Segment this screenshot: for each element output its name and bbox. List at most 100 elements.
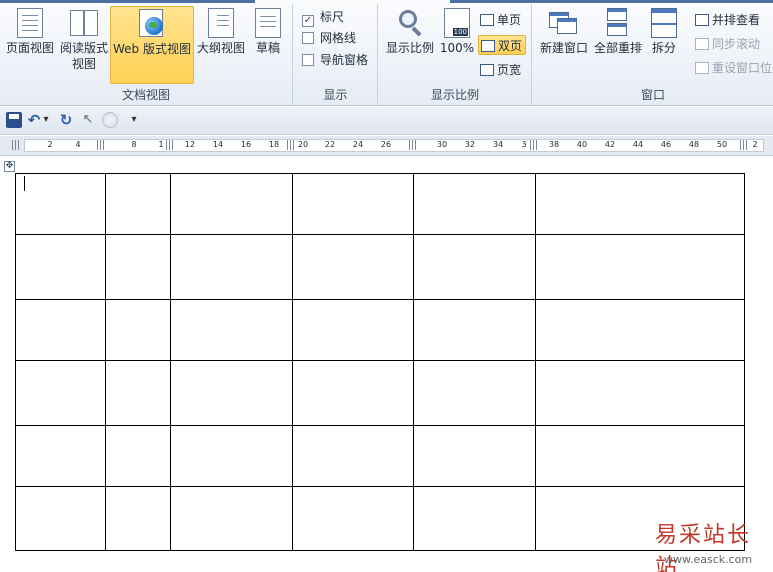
zoom-100-button[interactable]: 100 100%	[439, 8, 475, 84]
ruler-tick: 46	[660, 140, 672, 149]
table-cell[interactable]	[292, 425, 414, 487]
table-move-handle-icon[interactable]: ✥	[4, 161, 15, 172]
table-row	[15, 360, 745, 426]
new-window-button[interactable]: 新建窗口	[537, 8, 591, 84]
view-side-by-side-button[interactable]: 并排查看	[693, 10, 763, 30]
two-pages-button[interactable]: 双页	[478, 35, 527, 55]
ruler-tick: 2	[47, 140, 53, 149]
table-cell[interactable]	[105, 173, 171, 235]
ruler-marker	[287, 140, 296, 150]
one-page-button[interactable]: 单页	[478, 10, 524, 30]
one-page-icon	[480, 14, 494, 26]
table-cell[interactable]	[170, 360, 293, 426]
magnifier-icon	[395, 8, 425, 38]
select-cursor-icon[interactable]: ↖	[80, 112, 96, 128]
new-window-icon	[549, 8, 579, 38]
ruler-tick: 40	[576, 140, 588, 149]
table-row	[15, 299, 745, 361]
ruler-tick: 4	[75, 140, 81, 149]
table-cell[interactable]	[413, 173, 536, 235]
page-width-button[interactable]: 页宽	[478, 60, 524, 80]
document-area[interactable]: ✥	[0, 157, 773, 572]
table-cell[interactable]	[15, 360, 106, 426]
table-cell[interactable]	[535, 425, 745, 487]
print-layout-button[interactable]: 页面视图	[4, 8, 56, 84]
ruler-marker	[166, 140, 175, 150]
table-cell[interactable]	[15, 486, 106, 551]
outline-view-button[interactable]: 大纲视图	[196, 8, 246, 84]
customize-toolbar-icon[interactable]: ▾	[126, 112, 142, 128]
document-table[interactable]	[15, 173, 745, 551]
table-cell[interactable]	[105, 234, 171, 300]
draft-view-icon	[255, 8, 281, 38]
reset-position-icon	[695, 62, 709, 74]
table-cell[interactable]	[292, 234, 414, 300]
ruler-tick: 12	[184, 140, 196, 149]
watermark-url: www.easck.com	[664, 553, 753, 566]
zoom-button[interactable]: 显示比例	[383, 8, 437, 84]
table-cell[interactable]	[105, 486, 171, 551]
table-cell[interactable]	[413, 486, 536, 551]
reset-window-position-button[interactable]: 重设窗口位	[693, 58, 773, 78]
navigation-pane-checkbox[interactable]: 导航窗格	[302, 51, 368, 69]
ruler-marker	[530, 140, 539, 150]
table-cell[interactable]	[105, 425, 171, 487]
print-layout-icon	[17, 8, 43, 38]
ruler-tick: 14	[212, 140, 224, 149]
table-cell[interactable]	[535, 173, 745, 235]
zoom-100-icon: 100	[444, 8, 470, 38]
table-cell[interactable]	[105, 360, 171, 426]
ruler-checkbox[interactable]: ✓ 标尺	[302, 8, 344, 27]
ruler-tick: 42	[604, 140, 616, 149]
table-cell[interactable]	[170, 173, 293, 235]
table-cell[interactable]	[170, 299, 293, 361]
horizontal-ruler[interactable]: 2 4 8 1 12 14 16 18 20 22 24 26 30 32 34…	[0, 136, 773, 156]
outline-view-icon	[208, 8, 234, 38]
split-window-icon	[651, 8, 677, 38]
table-cell[interactable]	[170, 486, 293, 551]
table-cell[interactable]	[292, 486, 414, 551]
gridlines-checkbox[interactable]: 网格线	[302, 29, 356, 47]
table-cell[interactable]	[15, 299, 106, 361]
table-cell[interactable]	[413, 299, 536, 361]
disabled-circle-icon[interactable]	[102, 112, 118, 128]
group-label-zoom: 显示比例	[430, 88, 479, 102]
table-cell[interactable]	[105, 299, 171, 361]
table-cell[interactable]	[292, 173, 414, 235]
table-cell[interactable]	[170, 425, 293, 487]
table-cell[interactable]	[535, 299, 745, 361]
side-by-side-icon	[695, 14, 709, 26]
table-cell[interactable]	[15, 173, 106, 235]
table-cell[interactable]	[535, 360, 745, 426]
ruler-tick: 18	[268, 140, 280, 149]
ruler-tick: 32	[464, 140, 476, 149]
synchronous-scrolling-button[interactable]: 同步滚动	[693, 34, 763, 54]
ruler-tick: 22	[324, 140, 336, 149]
table-cell[interactable]	[535, 234, 745, 300]
ruler-marker	[740, 140, 749, 150]
save-icon[interactable]	[6, 112, 22, 128]
check-icon: ✓	[302, 15, 314, 27]
arrange-all-button[interactable]: 全部重排	[591, 8, 645, 84]
full-screen-reading-button[interactable]: 阅读版式 视图	[58, 8, 110, 84]
sync-scroll-icon	[695, 38, 709, 50]
table-cell[interactable]	[15, 234, 106, 300]
table-cell[interactable]	[413, 425, 536, 487]
undo-icon[interactable]: ↶	[26, 112, 42, 128]
split-button[interactable]: 拆分	[647, 8, 681, 84]
table-cell[interactable]	[413, 360, 536, 426]
ruler-tick: 30	[436, 140, 448, 149]
undo-dropdown-icon[interactable]: ▾	[42, 112, 50, 128]
text-cursor	[24, 176, 25, 191]
table-cell[interactable]	[170, 234, 293, 300]
group-document-views: 页面视图 阅读版式 视图 Web 版式视图 大纲视图 草稿 文档视图	[0, 4, 293, 106]
table-row	[15, 234, 745, 300]
table-cell[interactable]	[15, 425, 106, 487]
redo-icon[interactable]: ↻	[58, 112, 74, 128]
table-cell[interactable]	[292, 299, 414, 361]
ruler-tick: 20	[297, 140, 309, 149]
table-cell[interactable]	[292, 360, 414, 426]
web-layout-button[interactable]: Web 版式视图	[110, 6, 194, 84]
table-cell[interactable]	[413, 234, 536, 300]
draft-view-button[interactable]: 草稿	[248, 8, 288, 84]
